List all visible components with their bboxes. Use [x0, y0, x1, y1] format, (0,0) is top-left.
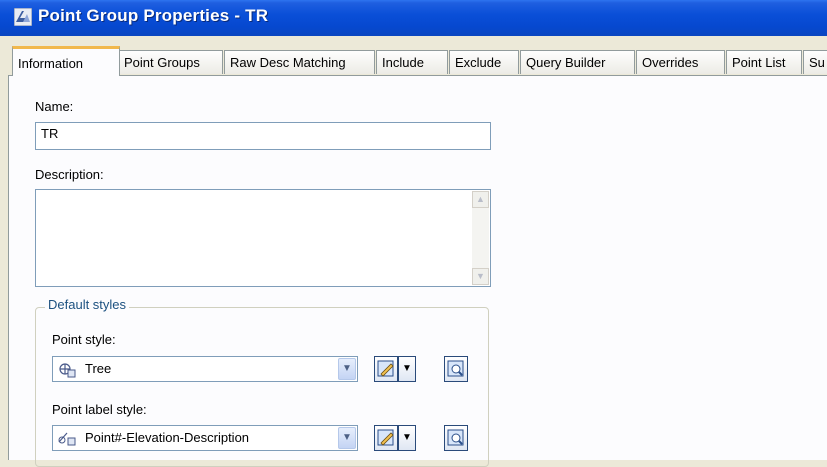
tab-label: Overrides [642, 55, 699, 70]
tab-label: Point Groups [124, 55, 200, 70]
tab-label: Query Builder [526, 55, 606, 70]
tab-information[interactable]: Information [12, 46, 120, 76]
tab-label: Include [382, 55, 424, 70]
chevron-down-icon[interactable]: ▼ [338, 358, 356, 380]
point-style-value: Tree [85, 361, 112, 376]
preview-style-icon [447, 429, 464, 446]
tab-label: Raw Desc Matching [230, 55, 346, 70]
name-field[interactable]: TR [35, 122, 491, 150]
default-styles-legend: Default styles [45, 297, 130, 312]
tab-exclude[interactable]: Exclude [449, 50, 519, 74]
app-logo-icon [14, 8, 32, 26]
description-field[interactable]: ▲ ▼ [35, 189, 491, 287]
point-style-select[interactable]: Tree ▼ [52, 356, 358, 382]
preview-point-style-button[interactable] [444, 356, 468, 382]
tree-point-style-icon [59, 363, 76, 378]
point-label-style-value: Point#-Elevation-Description [85, 430, 250, 445]
preview-style-icon [447, 360, 464, 377]
point-label-style-label: Point label style: [52, 402, 147, 417]
name-value: TR [41, 126, 59, 141]
edit-point-label-style-dropdown[interactable]: ▼ [398, 425, 416, 451]
edit-point-style-button[interactable] [374, 356, 398, 382]
window-title: Point Group Properties - TR [38, 6, 269, 25]
tab-summary[interactable]: Su [803, 50, 827, 74]
name-label: Name: [35, 99, 74, 114]
edit-point-style-dropdown[interactable]: ▼ [398, 356, 416, 382]
tab-raw-desc-matching[interactable]: Raw Desc Matching [224, 50, 375, 74]
tab-label: Su [809, 55, 825, 70]
edit-style-icon [377, 429, 394, 446]
title-bar[interactable]: Point Group Properties - TR [0, 0, 827, 36]
description-label: Description: [35, 167, 104, 182]
tab-query-builder[interactable]: Query Builder [520, 50, 635, 74]
tab-include[interactable]: Include [376, 50, 448, 74]
tab-point-list[interactable]: Point List [726, 50, 802, 74]
tab-label: Point List [732, 55, 786, 70]
tab-label: Information [18, 56, 84, 71]
chevron-down-icon[interactable]: ▼ [338, 427, 356, 449]
preview-point-label-style-button[interactable] [444, 425, 468, 451]
scroll-up-icon[interactable]: ▲ [472, 191, 489, 208]
tab-label: Exclude [455, 55, 502, 70]
point-style-label: Point style: [52, 332, 116, 347]
scroll-down-icon[interactable]: ▼ [472, 268, 489, 285]
edit-point-label-style-button[interactable] [374, 425, 398, 451]
edit-style-icon [377, 360, 394, 377]
description-scrollbar[interactable]: ▲ ▼ [472, 191, 489, 285]
tab-overrides[interactable]: Overrides [636, 50, 725, 74]
point-label-style-select[interactable]: Point#-Elevation-Description ▼ [52, 425, 358, 451]
point-label-style-icon [58, 432, 76, 446]
tab-point-groups[interactable]: Point Groups [118, 50, 223, 74]
